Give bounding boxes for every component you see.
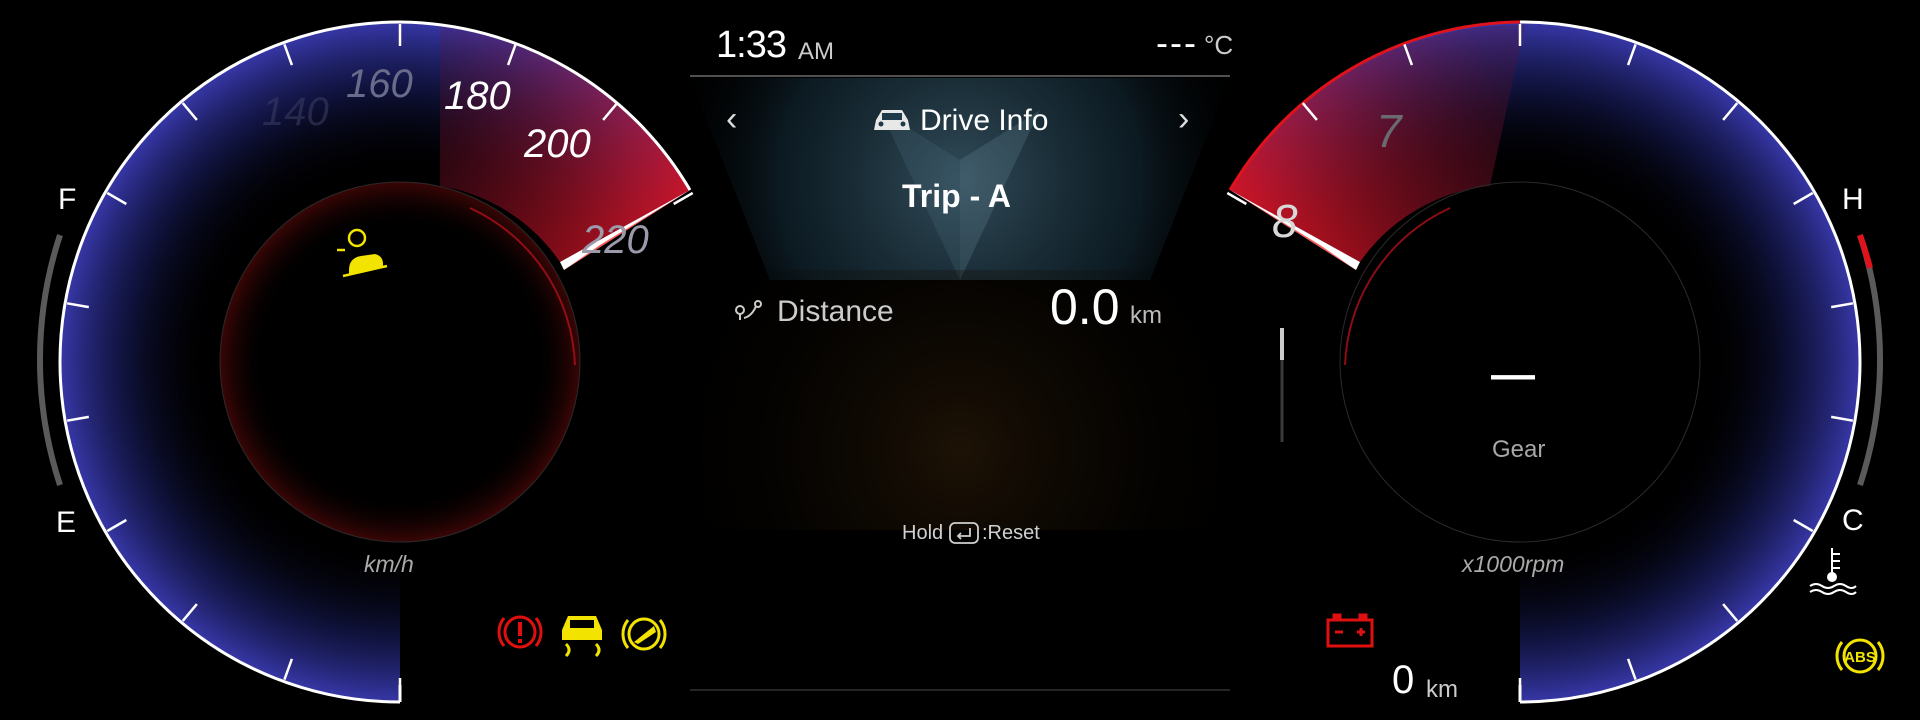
reset-hint-action: :Reset [982, 522, 1040, 544]
speed-tick-220: 220 [582, 218, 649, 262]
parking-brake-icon [621, 617, 667, 651]
temp-gauge [1857, 234, 1884, 486]
svg-text:ABS: ABS [1844, 649, 1876, 666]
rpm-unit: x1000rpm [1462, 551, 1565, 577]
info-panel-background [690, 75, 1230, 691]
odometer-value: 0 [1392, 658, 1415, 702]
clock-ampm: AM [798, 38, 834, 65]
prev-page-button[interactable]: ‹ [726, 100, 737, 139]
rpm-tick-8: 8 [1272, 195, 1298, 247]
temp-hot-label: H [1842, 183, 1864, 216]
gear-indicator: — [1491, 350, 1535, 399]
distance-label: Distance [777, 295, 894, 328]
fuel-empty-label: E [56, 506, 77, 539]
info-panel-title: Drive Info [920, 104, 1049, 137]
next-page-button[interactable]: › [1178, 100, 1189, 139]
battery-warning-icon [1326, 613, 1374, 648]
coolant-temperature-icon [1809, 548, 1857, 595]
distance-unit: km [1130, 302, 1162, 329]
traction-control-icon [562, 616, 602, 658]
fuel-gauge [36, 234, 63, 486]
speed-tick-180: 180 [444, 74, 511, 118]
temp-cold-label: C [1842, 504, 1864, 537]
brake-warning-icon [497, 615, 543, 649]
clock-time: 1:33 [716, 24, 787, 66]
fuel-full-label: F [58, 183, 77, 216]
reset-hint-hold: Hold [902, 522, 944, 544]
odometer-unit: km [1426, 676, 1458, 703]
speedometer-dial [58, 20, 694, 704]
outside-temperature: --- [1156, 22, 1198, 63]
speed-tick-200: 200 [524, 122, 591, 166]
speed-tick-140: 140 [262, 90, 329, 134]
distance-value: 0.0 [1050, 279, 1120, 335]
speed-unit: km/h [364, 551, 414, 577]
rpm-tick-7: 7 [1376, 105, 1402, 157]
speed-tick-160: 160 [346, 62, 413, 106]
gear-label: Gear [1492, 436, 1546, 463]
abs-warning-icon: ABS [1835, 638, 1885, 674]
outside-temperature-unit: °C [1204, 30, 1234, 60]
tachometer-dial [1226, 20, 1862, 704]
trip-label: Trip - A [902, 178, 1012, 214]
